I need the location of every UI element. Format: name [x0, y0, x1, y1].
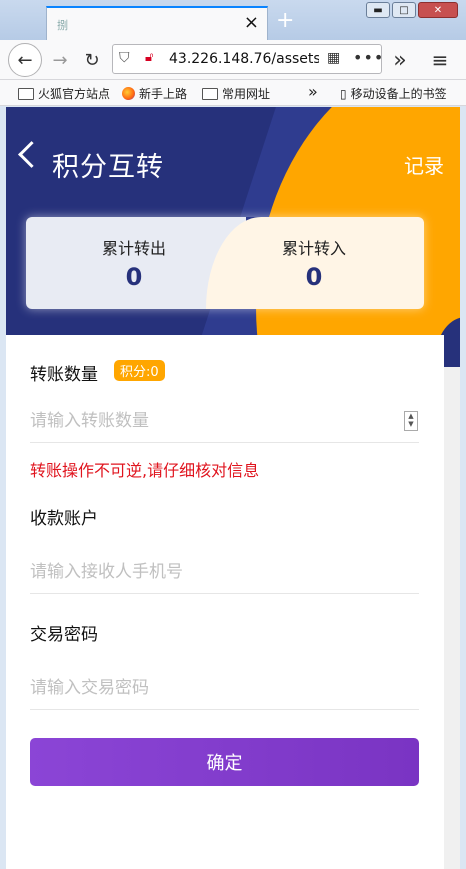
account-label: 收款账户	[30, 509, 98, 529]
browser-tab[interactable]: 捌 ×	[46, 6, 268, 40]
header-banner: 积分互转 记录 累计转出 0 累计转入 0	[6, 107, 460, 367]
page-scrollbar[interactable]	[444, 367, 460, 869]
folder-icon	[18, 87, 34, 100]
url-bar[interactable]: ⛉ 🔓︎ 43.226.148.76/assets/t ▦ •••	[112, 44, 384, 74]
browser-navbar: ← → ↻ ⛉ 🔓︎ 43.226.148.76/assets/t ▦ ••• …	[0, 40, 466, 80]
hamburger-menu-button[interactable]: ≡	[426, 46, 454, 74]
firefox-icon	[122, 87, 135, 100]
bookmark-label: 新手上路	[139, 87, 188, 101]
bookmark-label: 火狐官方站点	[38, 87, 111, 101]
confirm-button[interactable]: 确定	[30, 738, 419, 786]
tab-close-button[interactable]: ×	[244, 12, 259, 33]
stat-total-out: 累计转出 0	[44, 235, 224, 291]
shield-icon[interactable]: ⛉	[119, 50, 130, 66]
page-content: 积分互转 记录 累计转出 0 累计转入 0 转账数量 积分:0 ▲▼ 转账操作不…	[6, 107, 460, 869]
mobile-device-icon: ▯	[340, 86, 347, 101]
reload-button[interactable]: ↻	[78, 46, 106, 74]
back-button[interactable]: ←	[8, 43, 42, 77]
url-text[interactable]: 43.226.148.76/assets/t	[169, 51, 319, 67]
stat-out-value: 0	[125, 263, 143, 291]
bookmark-label: 常用网址	[222, 87, 271, 101]
password-label: 交易密码	[30, 625, 98, 645]
insecure-lock-icon[interactable]: 🔓︎	[145, 50, 153, 65]
points-badge: 积分:0	[114, 360, 165, 381]
maximize-button[interactable]: □	[392, 2, 416, 18]
stat-out-label: 累计转出	[101, 239, 166, 258]
page-actions-menu-icon[interactable]: •••	[353, 48, 384, 67]
bookmarks-overflow-button[interactable]: »	[308, 82, 318, 101]
transfer-form: 转账数量 积分:0 ▲▼ 转账操作不可逆,请仔细核对信息 收款账户 交易密码 确…	[6, 335, 444, 869]
amount-label: 转账数量	[30, 365, 98, 385]
folder-icon	[202, 87, 218, 100]
bookmark-item[interactable]: 常用网址	[202, 85, 270, 102]
tab-favicon-icon: 捌	[57, 19, 68, 32]
toolbar-overflow-button[interactable]: »	[386, 46, 414, 74]
new-tab-button[interactable]: +	[276, 8, 294, 33]
mobile-bookmarks-label: 移动设备上的书签	[350, 87, 447, 101]
bookmark-item[interactable]: 火狐官方站点	[18, 85, 110, 102]
bookmarks-toolbar: 火狐官方站点 新手上路 常用网址 » ▯ 移动设备上的书签	[0, 80, 466, 106]
password-input[interactable]	[30, 666, 419, 710]
window-controls: ▬ □ ✕	[366, 2, 458, 18]
stat-total-in: 累计转入 0	[224, 235, 404, 291]
back-arrow-icon[interactable]	[18, 141, 45, 168]
stat-in-label: 累计转入	[281, 239, 346, 258]
forward-button[interactable]: →	[46, 46, 74, 74]
stats-card: 累计转出 0 累计转入 0	[26, 217, 424, 309]
page-title: 积分互转	[52, 152, 164, 183]
minimize-button[interactable]: ▬	[366, 2, 390, 18]
amount-input[interactable]	[30, 399, 419, 443]
record-link[interactable]: 记录	[404, 150, 444, 179]
number-spinner[interactable]: ▲ ▼	[404, 411, 418, 431]
bookmark-item[interactable]: 新手上路	[122, 85, 187, 102]
browser-titlebar: 捌 × + ▬ □ ✕	[0, 0, 466, 40]
mobile-bookmarks[interactable]: ▯ 移动设备上的书签	[340, 85, 447, 102]
irreversible-warning: 转账操作不可逆,请仔细核对信息	[30, 461, 260, 480]
stat-in-value: 0	[305, 263, 323, 291]
qr-code-icon[interactable]: ▦	[327, 50, 340, 66]
account-input[interactable]	[30, 550, 419, 594]
window-close-button[interactable]: ✕	[418, 2, 458, 18]
